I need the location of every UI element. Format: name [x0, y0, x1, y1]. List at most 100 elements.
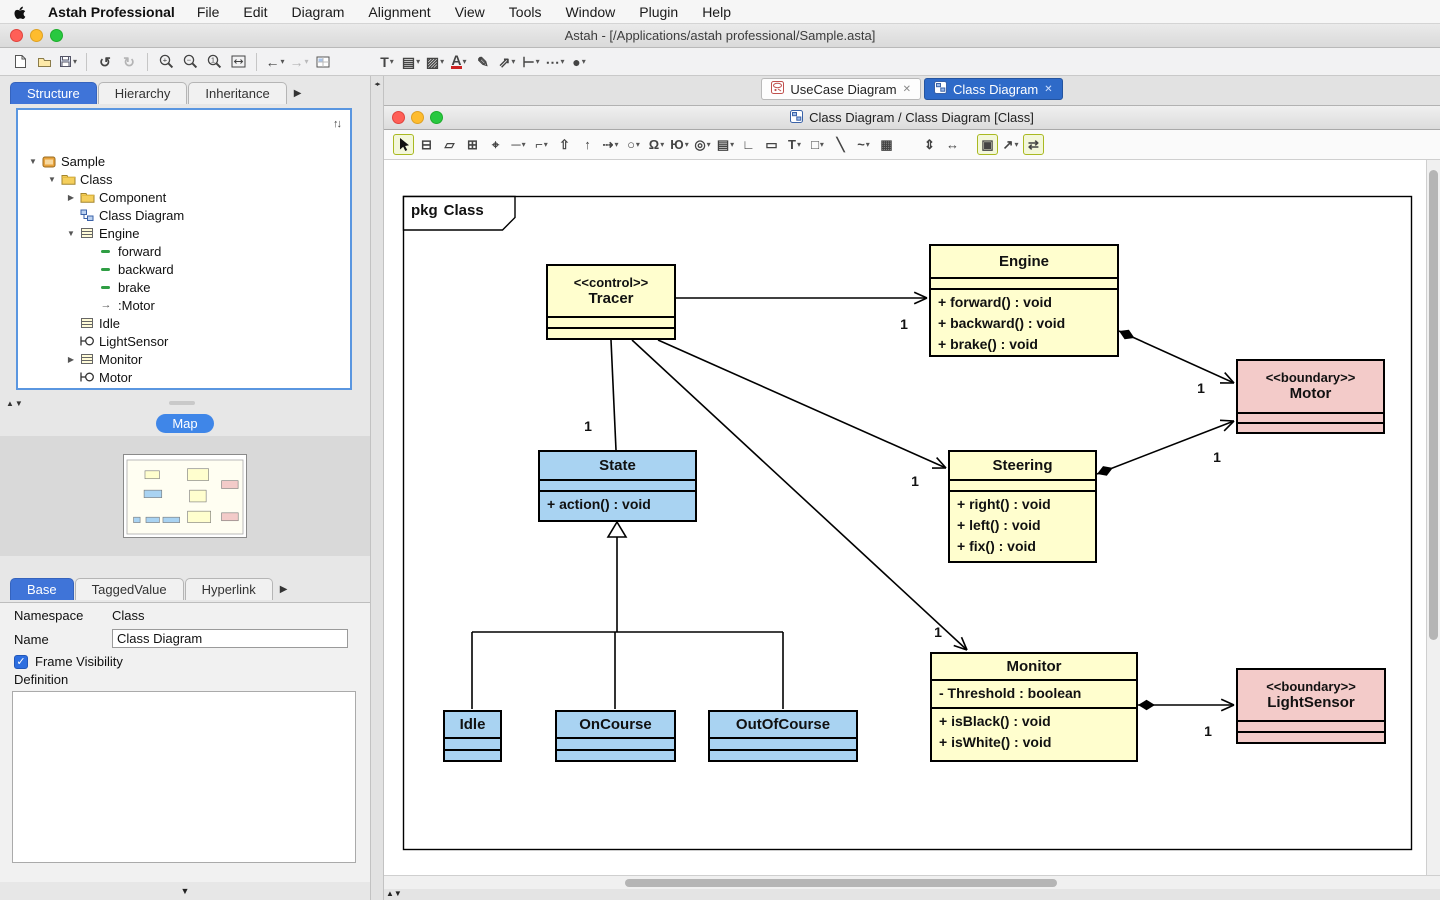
minimize-diagram-button[interactable]	[411, 111, 424, 124]
panel-divider[interactable]: ◂▸	[370, 76, 384, 900]
tree-item-sample[interactable]: ▼Sample	[18, 152, 350, 170]
tree-item-brake[interactable]: brake	[18, 278, 350, 296]
menu-file[interactable]: File	[197, 4, 220, 20]
save-button[interactable]: ▾	[57, 51, 79, 73]
text-tool[interactable]: T▾	[784, 134, 805, 155]
class-state[interactable]: State+ action() : void	[538, 450, 697, 522]
close-tab-icon[interactable]: ✕	[1044, 84, 1052, 95]
tree-item-lightsensor[interactable]: LightSensor	[18, 332, 350, 350]
fill-color-button[interactable]: ▨▾	[424, 51, 446, 73]
dependency-tool[interactable]: ⇢▾	[600, 134, 621, 155]
class-oncourse[interactable]: OnCourse	[555, 710, 676, 762]
realization-tool[interactable]: ↑	[577, 134, 598, 155]
note-tool[interactable]: ▭	[761, 134, 782, 155]
prop-tab-hyperlink[interactable]: Hyperlink	[185, 578, 273, 600]
image-tool[interactable]: ▦	[876, 134, 897, 155]
zoom-out-button[interactable]: −	[179, 51, 201, 73]
tree-item-monitor[interactable]: ▶Monitor	[18, 350, 350, 368]
boundary-tool[interactable]: Ю▾	[669, 134, 690, 155]
sort-icon[interactable]: ↑↓	[333, 118, 340, 130]
map-button[interactable]: Map	[156, 414, 213, 433]
prop-tab-overflow[interactable]: ▶	[280, 584, 288, 595]
pencil-button[interactable]: ✎	[472, 51, 494, 73]
class-motor[interactable]: <<boundary>>Motor	[1236, 359, 1385, 434]
diagram-window-titlebar[interactable]: Class Diagram / Class Diagram [Class]	[384, 106, 1440, 130]
menu-view[interactable]: View	[455, 4, 485, 20]
app-name[interactable]: Astah Professional	[48, 4, 175, 20]
containment-tool[interactable]: ⌐▾	[531, 134, 552, 155]
tab-hierarchy[interactable]: Hierarchy	[98, 82, 188, 104]
divider-arrows-icon[interactable]: ◂▸	[371, 80, 383, 88]
association-tool[interactable]: ─▾	[508, 134, 529, 155]
package-tool[interactable]: ▱	[439, 134, 460, 155]
close-window-button[interactable]	[10, 29, 23, 42]
splitter-handle[interactable]	[169, 401, 195, 405]
menu-plugin[interactable]: Plugin	[639, 4, 678, 20]
new-file-button[interactable]	[9, 51, 31, 73]
zoom-in-button[interactable]: +	[155, 51, 177, 73]
tree-item-motor[interactable]: →:Motor	[18, 296, 350, 314]
expander-closed-icon[interactable]: ▶	[64, 355, 78, 364]
tree-item-backward[interactable]: backward	[18, 260, 350, 278]
table-format-button[interactable]: ▤▾	[400, 51, 422, 73]
line-tool[interactable]: ╲	[830, 134, 851, 155]
distribute-button[interactable]: ⋯▾	[544, 51, 566, 73]
tab-overflow[interactable]: ▶	[294, 88, 302, 99]
usecase-tool[interactable]: Ω▾	[646, 134, 667, 155]
corner-tool[interactable]: ∟	[738, 134, 759, 155]
vertical-scroll-thumb[interactable]	[1429, 170, 1438, 640]
back-button[interactable]: ←▾	[264, 51, 286, 73]
class-tracer[interactable]: <<control>>Tracer	[546, 264, 676, 340]
zoom-window-button[interactable]	[50, 29, 63, 42]
pin-tool[interactable]: ⌖	[485, 134, 506, 155]
map-thumbnail-svg[interactable]	[123, 454, 247, 538]
font-style-button[interactable]: T▾	[376, 51, 398, 73]
font-color-button[interactable]: A▾	[448, 51, 470, 73]
diagram-canvas[interactable]: pkgClass 1111111<<control>>TracerEngine+…	[384, 160, 1426, 875]
align-horizontal-tool[interactable]: ↔	[942, 134, 963, 155]
menu-help[interactable]: Help	[702, 4, 731, 20]
grid-mode-tool[interactable]: ▣	[977, 134, 998, 155]
menu-tools[interactable]: Tools	[509, 4, 542, 20]
class-lightsensor[interactable]: <<boundary>>LightSensor	[1236, 668, 1386, 744]
prop-tab-base[interactable]: Base	[10, 578, 74, 600]
close-tab-icon[interactable]: ✕	[903, 84, 911, 95]
redo-button[interactable]: ↻	[118, 51, 140, 73]
connect-mode-tool[interactable]: ↗▾	[1000, 134, 1021, 155]
class-engine[interactable]: Engine+ forward() : void+ backward() : v…	[929, 244, 1119, 357]
class-monitor[interactable]: Monitor- Threshold : boolean+ isBlack() …	[930, 652, 1138, 762]
tree-item-motor[interactable]: Motor	[18, 368, 350, 386]
tree-item-forward[interactable]: forward	[18, 242, 350, 260]
connector-style-button[interactable]: ⇗▾	[496, 51, 518, 73]
zoom-actual-button[interactable]: 1	[203, 51, 225, 73]
class-outofcourse[interactable]: OutOfCourse	[708, 710, 858, 762]
minimize-window-button[interactable]	[30, 29, 43, 42]
tab-inheritance[interactable]: Inheritance	[188, 82, 286, 104]
expander-closed-icon[interactable]: ▶	[64, 193, 78, 202]
line-jump-tool[interactable]: ⇄	[1023, 134, 1044, 155]
tree-item-idle[interactable]: Idle	[18, 314, 350, 332]
tree-item-class-diagram[interactable]: Class Diagram	[18, 206, 350, 224]
menu-diagram[interactable]: Diagram	[292, 4, 345, 20]
scroll-corner-arrows[interactable]: ▲▼	[386, 889, 402, 898]
curve-tool[interactable]: ~▾	[853, 134, 874, 155]
vertical-scrollbar[interactable]	[1426, 160, 1440, 875]
generalization-tool[interactable]: ⇧	[554, 134, 575, 155]
instance-tool[interactable]: ○▾	[623, 134, 644, 155]
requirement-tool[interactable]: ▤▾	[715, 134, 736, 155]
rect-tool[interactable]: □▾	[807, 134, 828, 155]
tab-class-diagram[interactable]: Class Diagram✕	[924, 78, 1063, 100]
undo-button[interactable]: ↺	[94, 51, 116, 73]
sidebar-splitter[interactable]: ▲▼	[0, 394, 370, 412]
menu-edit[interactable]: Edit	[243, 4, 267, 20]
horizontal-scroll-thumb[interactable]	[625, 879, 1057, 887]
expander-open-icon[interactable]: ▼	[45, 175, 59, 184]
stereotype-icon-button[interactable]: ●▾	[568, 51, 590, 73]
frame-tool[interactable]: ⊞	[462, 134, 483, 155]
align-button[interactable]: ⊢▾	[520, 51, 542, 73]
definition-textarea[interactable]	[12, 691, 356, 863]
prop-tab-taggedvalue[interactable]: TaggedValue	[75, 578, 184, 600]
sidebar-collapse-arrow[interactable]: ▼	[0, 882, 370, 900]
tab-usecase-diagram[interactable]: UseCase Diagram✕	[761, 78, 921, 100]
zoom-diagram-button[interactable]	[430, 111, 443, 124]
